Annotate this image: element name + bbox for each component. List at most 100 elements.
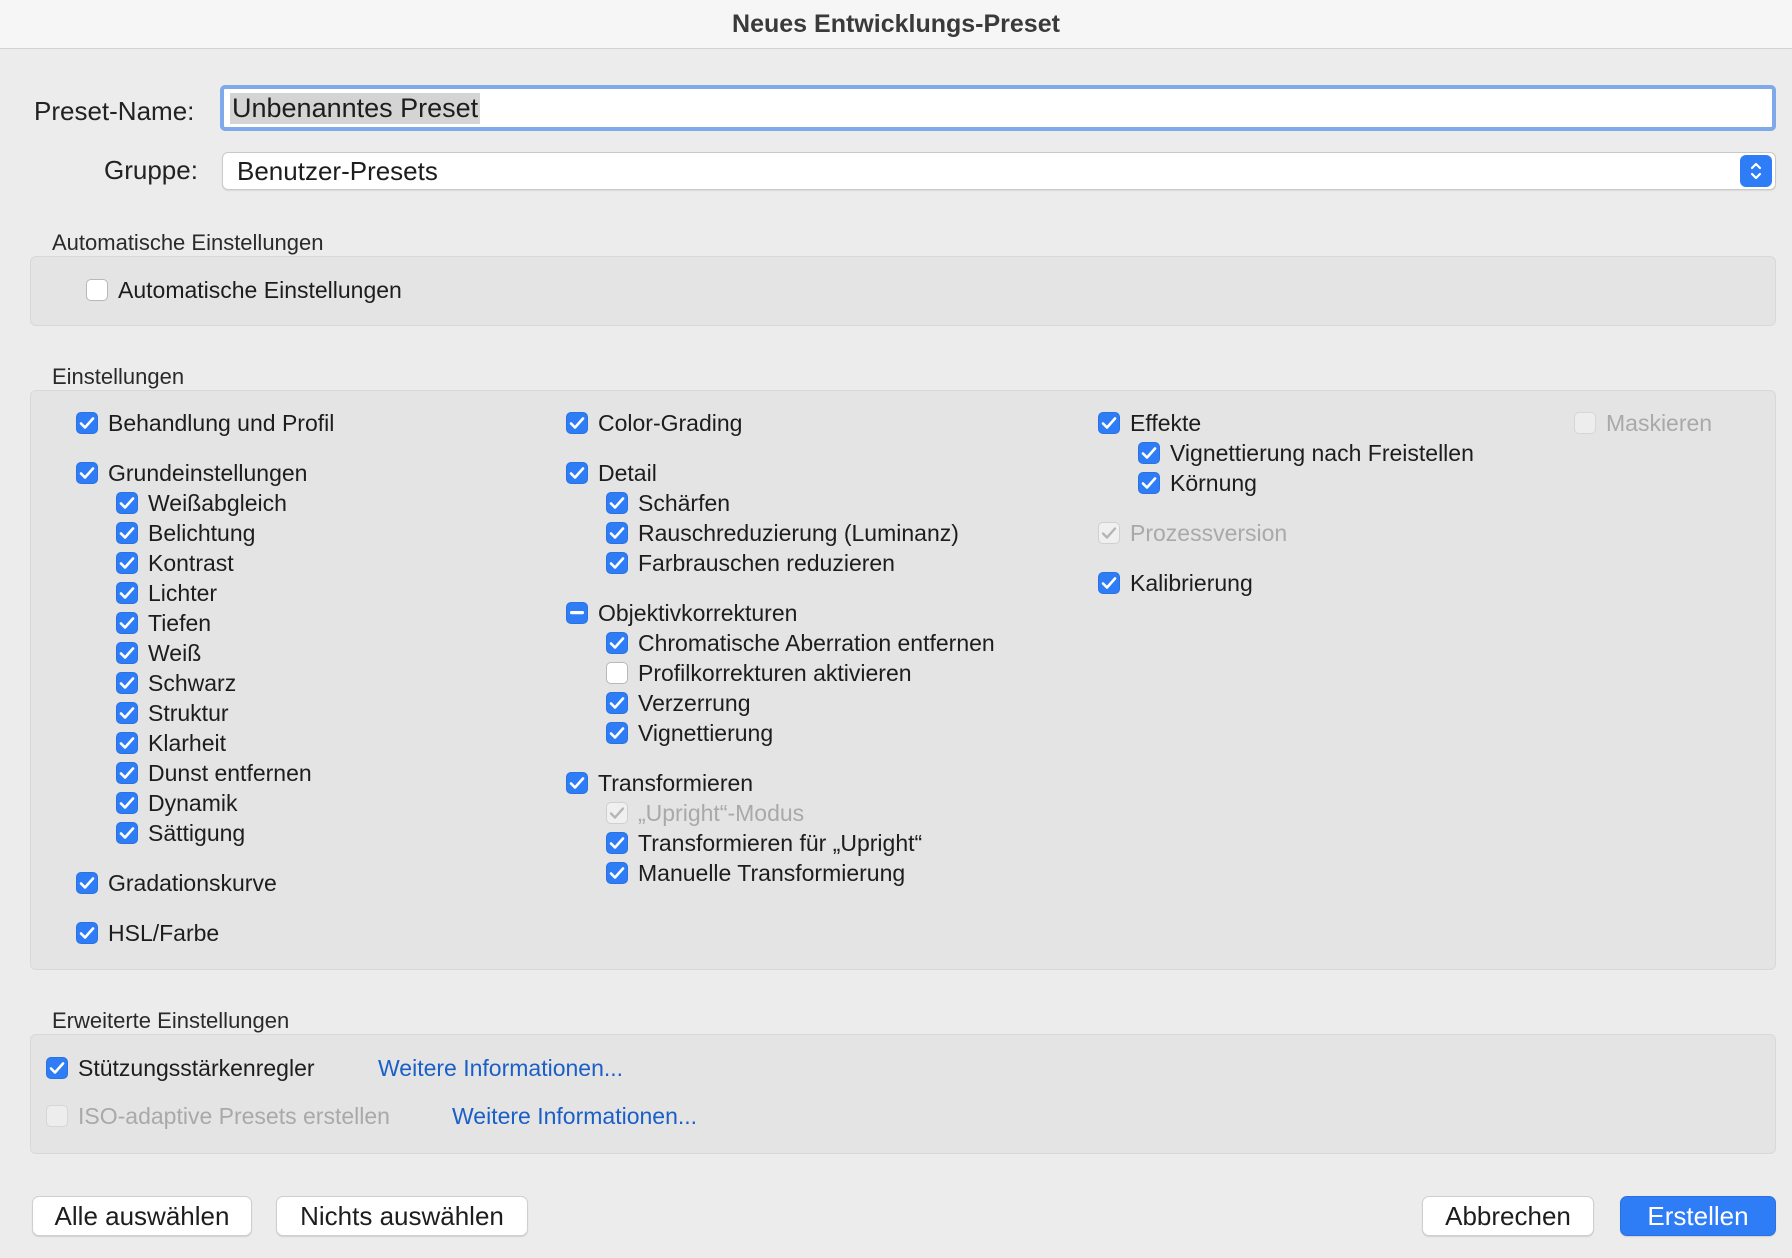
checkbox-checked-icon[interactable]	[116, 492, 138, 514]
checkbox-stuetzungsstaerkenregler[interactable]: Stützungsstärkenregler	[46, 1053, 315, 1083]
checkbox-label: Manuelle Transformierung	[638, 859, 906, 886]
checkbox-checked-icon[interactable]	[606, 492, 628, 514]
checkbox-label: Sättigung	[148, 819, 246, 846]
checkbox-grund-item[interactable]: Sättigung	[116, 818, 245, 848]
group-label: Gruppe:	[104, 155, 198, 185]
checkbox-effekte-item[interactable]: Körnung	[1138, 468, 1257, 498]
checkbox-checked-icon[interactable]	[606, 862, 628, 884]
checkbox-transform-item[interactable]: Manuelle Transformierung	[606, 858, 905, 888]
checkbox-grund-item[interactable]: Dunst entfernen	[116, 758, 312, 788]
checkbox-unchecked-icon[interactable]	[606, 662, 628, 684]
checkbox-checked-icon[interactable]	[116, 552, 138, 574]
checkbox-label: Farbrauschen reduzieren	[638, 549, 895, 576]
checkbox-iso-adaptive: ISO-adaptive Presets erstellen	[46, 1101, 390, 1131]
more-info-link[interactable]: Weitere Informationen...	[378, 1055, 623, 1082]
checkbox-checked-disabled-icon	[606, 802, 628, 824]
checkbox-grund-item[interactable]: Dynamik	[116, 788, 237, 818]
checkbox-grund-item[interactable]: Weißabgleich	[116, 488, 287, 518]
checkbox-checked-icon[interactable]	[116, 822, 138, 844]
auto-settings-checkbox-row[interactable]: Automatische Einstellungen	[86, 275, 402, 305]
checkbox-checked-icon[interactable]	[116, 792, 138, 814]
checkbox-checked-icon[interactable]	[116, 642, 138, 664]
checkbox-grund-item[interactable]: Tiefen	[116, 608, 211, 638]
checkbox-checked-icon[interactable]	[606, 522, 628, 544]
checkbox-label: Stützungsstärkenregler	[78, 1054, 315, 1081]
checkbox-label: Kontrast	[148, 549, 234, 576]
checkbox-label: Gradationskurve	[108, 869, 277, 896]
checkbox-label: Color-Grading	[598, 409, 743, 436]
checkbox-label: Maskieren	[1606, 409, 1713, 436]
checkbox-objektiv-item[interactable]: Chromatische Aberration entfernen	[606, 628, 995, 658]
checkbox-grund-item[interactable]: Lichter	[116, 578, 217, 608]
checkbox-checked-icon[interactable]	[606, 692, 628, 714]
checkbox-label: Dynamik	[148, 789, 238, 816]
select-none-button[interactable]: Nichts auswählen	[276, 1196, 528, 1236]
checkbox-objektiv-item[interactable]: Verzerrung	[606, 688, 751, 718]
checkbox-checked-icon[interactable]	[116, 672, 138, 694]
checkbox-checked-icon[interactable]	[116, 582, 138, 604]
checkbox-checked-icon[interactable]	[1138, 442, 1160, 464]
checkbox-grundeinstellungen[interactable]: Grundeinstellungen	[76, 458, 307, 488]
checkbox-objektiv-item[interactable]: Profilkorrekturen aktivieren	[606, 658, 912, 688]
checkbox-grund-item[interactable]: Kontrast	[116, 548, 234, 578]
checkbox-checked-icon[interactable]	[566, 772, 588, 794]
checkbox-checked-icon[interactable]	[76, 922, 98, 944]
checkbox-kalibrierung[interactable]: Kalibrierung	[1098, 568, 1253, 598]
checkbox-transformieren[interactable]: Transformieren	[566, 768, 753, 798]
checkbox-checked-icon[interactable]	[1098, 572, 1120, 594]
checkbox-objektivkorrekturen[interactable]: Objektivkorrekturen	[566, 598, 797, 628]
checkbox-detail[interactable]: Detail	[566, 458, 657, 488]
checkbox-effekte-item[interactable]: Vignettierung nach Freistellen	[1138, 438, 1474, 468]
checkbox-objektiv-item[interactable]: Vignettierung	[606, 718, 773, 748]
checkbox-checked-icon[interactable]	[566, 462, 588, 484]
checkbox-label: Klarheit	[148, 729, 226, 756]
checkbox-checked-icon[interactable]	[566, 412, 588, 434]
checkbox-behandlung[interactable]: Behandlung und Profil	[76, 408, 334, 438]
checkbox-label: „Upright“-Modus	[638, 799, 805, 826]
checkbox-grund-item[interactable]: Struktur	[116, 698, 229, 728]
cancel-button[interactable]: Abbrechen	[1422, 1196, 1594, 1236]
more-info-link[interactable]: Weitere Informationen...	[452, 1103, 697, 1130]
checkbox-checked-icon[interactable]	[606, 722, 628, 744]
checkbox-transform-item[interactable]: Transformieren für „Upright“	[606, 828, 922, 858]
checkbox-color-grading[interactable]: Color-Grading	[566, 408, 742, 438]
checkbox-label: Behandlung und Profil	[108, 409, 335, 436]
checkbox-checked-icon[interactable]	[116, 762, 138, 784]
checkbox-checked-icon[interactable]	[116, 702, 138, 724]
checkbox-grund-item[interactable]: Belichtung	[116, 518, 255, 548]
checkbox-checked-icon[interactable]	[1098, 412, 1120, 434]
checkbox-checked-icon[interactable]	[606, 552, 628, 574]
checkbox-label: Vignettierung nach Freistellen	[1170, 439, 1474, 466]
advanced-settings-title: Erweiterte Einstellungen	[52, 1008, 290, 1033]
checkbox-detail-item[interactable]: Schärfen	[606, 488, 730, 518]
checkbox-label: Körnung	[1170, 469, 1257, 496]
checkbox-checked-icon[interactable]	[46, 1057, 68, 1079]
checkbox-label: Schärfen	[638, 489, 731, 516]
checkbox-label: Effekte	[1130, 409, 1202, 436]
checkbox-checked-icon[interactable]	[76, 462, 98, 484]
checkbox-checked-icon[interactable]	[116, 522, 138, 544]
create-button[interactable]: Erstellen	[1620, 1196, 1776, 1236]
checkbox-hsl[interactable]: HSL/Farbe	[76, 918, 219, 948]
checkbox-checked-icon[interactable]	[76, 872, 98, 894]
checkbox-detail-item[interactable]: Farbrauschen reduzieren	[606, 548, 895, 578]
preset-name-input[interactable]: Unbenanntes Preset	[220, 85, 1776, 131]
group-select[interactable]: Benutzer-Presets	[222, 152, 1776, 190]
checkbox-grund-item[interactable]: Schwarz	[116, 668, 236, 698]
checkbox-label: Rauschreduzierung (Luminanz)	[638, 519, 959, 546]
checkbox-checked-icon[interactable]	[606, 832, 628, 854]
select-all-button[interactable]: Alle auswählen	[32, 1196, 252, 1236]
checkbox-mixed-icon[interactable]	[566, 602, 588, 624]
checkbox-gradationskurve[interactable]: Gradationskurve	[76, 868, 277, 898]
checkbox-unchecked-icon[interactable]	[86, 279, 108, 301]
checkbox-checked-icon[interactable]	[116, 612, 138, 634]
checkbox-grund-item[interactable]: Weiß	[116, 638, 201, 668]
checkbox-checked-icon[interactable]	[76, 412, 98, 434]
checkbox-grund-item[interactable]: Klarheit	[116, 728, 226, 758]
checkbox-checked-icon[interactable]	[116, 732, 138, 754]
checkbox-checked-icon[interactable]	[606, 632, 628, 654]
checkbox-checked-icon[interactable]	[1138, 472, 1160, 494]
checkbox-label: Profilkorrekturen aktivieren	[638, 659, 912, 686]
checkbox-detail-item[interactable]: Rauschreduzierung (Luminanz)	[606, 518, 959, 548]
checkbox-effekte[interactable]: Effekte	[1098, 408, 1201, 438]
